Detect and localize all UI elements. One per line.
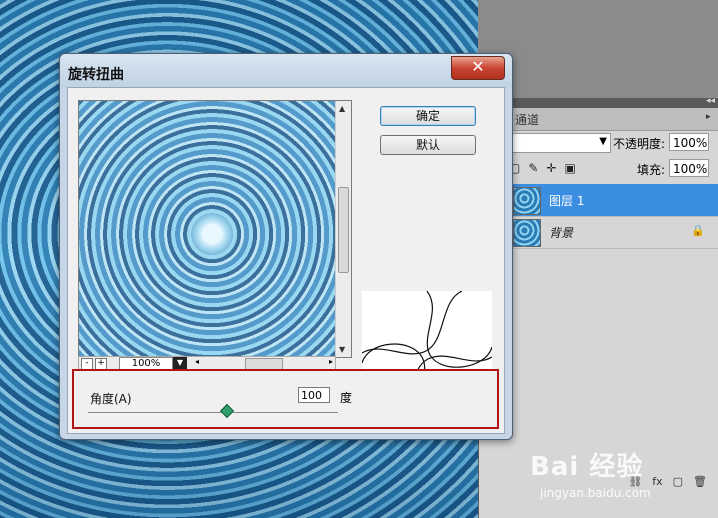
angle-slider-thumb[interactable] xyxy=(219,403,234,419)
layer-name: 背景 xyxy=(549,226,574,240)
scroll-down-icon[interactable]: ▼ xyxy=(339,345,345,354)
scroll-left-icon[interactable]: ◂ xyxy=(195,357,199,366)
fill-input[interactable]: 100% xyxy=(669,159,709,177)
blend-mode-select[interactable]: ▼ xyxy=(509,133,611,153)
delete-layer-icon[interactable]: 🗑 xyxy=(693,475,707,488)
scroll-right-icon[interactable]: ▸ xyxy=(329,357,333,366)
panel-header: ◂◂ xyxy=(479,96,718,108)
lock-icons: ▢ ✎ ✛ ▣ xyxy=(509,161,576,175)
lock-pixels-icon[interactable]: ✎ xyxy=(528,161,538,175)
angle-slider-track[interactable] xyxy=(88,412,338,413)
lock-row: ▢ ✎ ✛ ▣ 填充: 100% xyxy=(479,156,718,182)
fill-label: 填充: xyxy=(637,163,666,177)
layer-name: 图层 1 xyxy=(549,194,585,208)
panel-tabs: 通道 ▸ xyxy=(479,108,718,131)
vertical-scrollbar[interactable]: ▲ ▼ xyxy=(335,101,351,357)
zoom-dropdown-icon[interactable]: ▼ xyxy=(173,357,187,369)
lock-position-icon[interactable]: ✛ xyxy=(546,161,556,175)
twirl-dialog: 旋转扭曲 ✕ ▲ ▼ - + 100% ▼ ◂ ▸ 确定 默认 角度(A) 10… xyxy=(59,53,513,440)
workspace-background xyxy=(478,0,718,100)
ok-button[interactable]: 确定 xyxy=(380,106,476,126)
angle-control-highlight: 角度(A) 100 度 xyxy=(72,369,499,429)
tab-channels[interactable]: 通道 xyxy=(515,111,539,128)
angle-unit: 度 xyxy=(340,391,353,405)
layer-row[interactable]: 背景 🔒 xyxy=(507,216,718,249)
dropdown-arrow-icon: ▼ xyxy=(599,136,607,147)
collapse-icon[interactable]: ◂◂ xyxy=(706,96,715,106)
preview-overlay xyxy=(79,101,335,357)
blend-row: ▼ 不透明度: 100% xyxy=(479,130,718,156)
watermark-url: jingyan.baidu.com xyxy=(540,486,651,500)
preview-image[interactable] xyxy=(79,101,335,357)
opacity-label: 不透明度: xyxy=(613,137,666,151)
lock-all-icon[interactable]: ▣ xyxy=(564,161,575,175)
scroll-thumb[interactable] xyxy=(338,187,349,273)
dialog-title: 旋转扭曲 xyxy=(68,67,124,83)
scroll-up-icon[interactable]: ▲ xyxy=(339,104,345,113)
panel-menu-icon[interactable]: ▸ xyxy=(706,112,716,124)
dialog-title-bar[interactable]: 旋转扭曲 ✕ xyxy=(60,54,512,88)
layer-thumbnail xyxy=(513,219,541,247)
baidu-watermark: Bai 经验 xyxy=(530,452,644,482)
opacity-input[interactable]: 100% xyxy=(669,133,709,151)
new-layer-icon[interactable]: ▢ xyxy=(673,475,683,488)
angle-input[interactable]: 100 xyxy=(298,387,330,403)
lock-icon: 🔒 xyxy=(691,224,705,237)
filter-preview[interactable]: ▲ ▼ xyxy=(78,100,352,358)
layer-row[interactable]: 图层 1 xyxy=(507,184,718,217)
layer-thumbnail xyxy=(513,187,541,215)
close-button[interactable]: ✕ xyxy=(451,56,505,80)
default-button[interactable]: 默认 xyxy=(380,135,476,155)
dialog-body: ▲ ▼ - + 100% ▼ ◂ ▸ 确定 默认 角度(A) 100 度 xyxy=(67,87,505,434)
angle-label: 角度(A) xyxy=(90,392,132,406)
layer-style-icon[interactable]: fx xyxy=(652,475,662,488)
